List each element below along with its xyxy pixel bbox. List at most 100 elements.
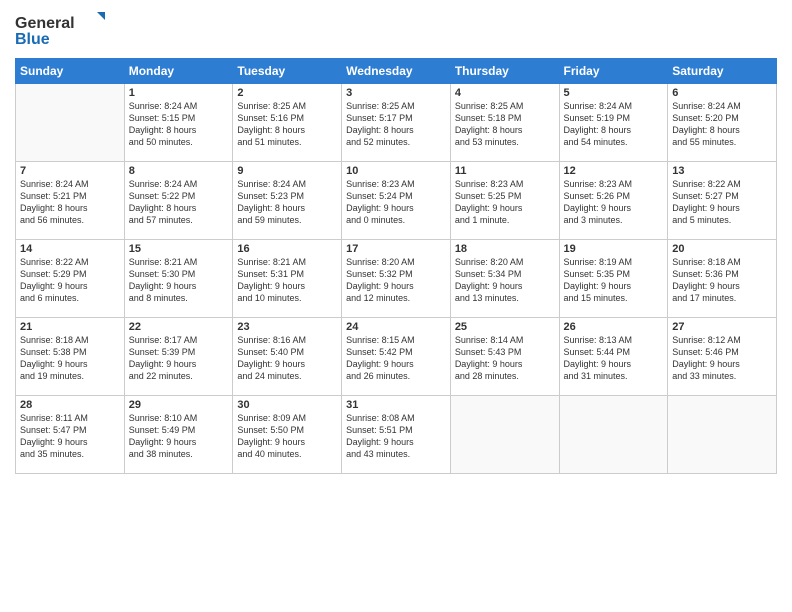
- cell-info: Sunrise: 8:08 AMSunset: 5:51 PMDaylight:…: [346, 412, 446, 461]
- calendar-cell: 2Sunrise: 8:25 AMSunset: 5:16 PMDaylight…: [233, 84, 342, 162]
- day-number: 28: [20, 399, 120, 411]
- day-number: 31: [346, 399, 446, 411]
- cell-info: Sunrise: 8:18 AMSunset: 5:38 PMDaylight:…: [20, 334, 120, 383]
- day-number: 16: [237, 243, 337, 255]
- calendar-cell: 30Sunrise: 8:09 AMSunset: 5:50 PMDayligh…: [233, 396, 342, 474]
- calendar-cell: 21Sunrise: 8:18 AMSunset: 5:38 PMDayligh…: [16, 318, 125, 396]
- weekday-header-row: SundayMondayTuesdayWednesdayThursdayFrid…: [16, 59, 777, 84]
- day-number: 5: [564, 87, 664, 99]
- calendar-cell: 31Sunrise: 8:08 AMSunset: 5:51 PMDayligh…: [342, 396, 451, 474]
- cell-info: Sunrise: 8:25 AMSunset: 5:18 PMDaylight:…: [455, 100, 555, 149]
- day-number: 27: [672, 321, 772, 333]
- day-number: 25: [455, 321, 555, 333]
- calendar-week-5: 28Sunrise: 8:11 AMSunset: 5:47 PMDayligh…: [16, 396, 777, 474]
- weekday-sunday: Sunday: [16, 59, 125, 84]
- day-number: 2: [237, 87, 337, 99]
- cell-info: Sunrise: 8:15 AMSunset: 5:42 PMDaylight:…: [346, 334, 446, 383]
- cell-info: Sunrise: 8:25 AMSunset: 5:16 PMDaylight:…: [237, 100, 337, 149]
- header: General Blue: [15, 10, 777, 50]
- calendar-cell: 3Sunrise: 8:25 AMSunset: 5:17 PMDaylight…: [342, 84, 451, 162]
- day-number: 19: [564, 243, 664, 255]
- calendar-cell: 14Sunrise: 8:22 AMSunset: 5:29 PMDayligh…: [16, 240, 125, 318]
- cell-info: Sunrise: 8:21 AMSunset: 5:31 PMDaylight:…: [237, 256, 337, 305]
- weekday-monday: Monday: [124, 59, 233, 84]
- day-number: 10: [346, 165, 446, 177]
- calendar-cell: 5Sunrise: 8:24 AMSunset: 5:19 PMDaylight…: [559, 84, 668, 162]
- calendar-cell: [16, 84, 125, 162]
- cell-info: Sunrise: 8:09 AMSunset: 5:50 PMDaylight:…: [237, 412, 337, 461]
- day-number: 11: [455, 165, 555, 177]
- calendar-cell: 17Sunrise: 8:20 AMSunset: 5:32 PMDayligh…: [342, 240, 451, 318]
- weekday-friday: Friday: [559, 59, 668, 84]
- day-number: 6: [672, 87, 772, 99]
- calendar-page: General Blue SundayMondayTuesdayWednesda…: [0, 0, 792, 612]
- cell-info: Sunrise: 8:20 AMSunset: 5:32 PMDaylight:…: [346, 256, 446, 305]
- calendar-cell: 11Sunrise: 8:23 AMSunset: 5:25 PMDayligh…: [450, 162, 559, 240]
- cell-info: Sunrise: 8:25 AMSunset: 5:17 PMDaylight:…: [346, 100, 446, 149]
- cell-info: Sunrise: 8:16 AMSunset: 5:40 PMDaylight:…: [237, 334, 337, 383]
- calendar-week-3: 14Sunrise: 8:22 AMSunset: 5:29 PMDayligh…: [16, 240, 777, 318]
- cell-info: Sunrise: 8:20 AMSunset: 5:34 PMDaylight:…: [455, 256, 555, 305]
- calendar-cell: 16Sunrise: 8:21 AMSunset: 5:31 PMDayligh…: [233, 240, 342, 318]
- cell-info: Sunrise: 8:24 AMSunset: 5:21 PMDaylight:…: [20, 178, 120, 227]
- calendar-cell: 4Sunrise: 8:25 AMSunset: 5:18 PMDaylight…: [450, 84, 559, 162]
- cell-info: Sunrise: 8:12 AMSunset: 5:46 PMDaylight:…: [672, 334, 772, 383]
- calendar-cell: 6Sunrise: 8:24 AMSunset: 5:20 PMDaylight…: [668, 84, 777, 162]
- cell-info: Sunrise: 8:11 AMSunset: 5:47 PMDaylight:…: [20, 412, 120, 461]
- calendar-cell: 18Sunrise: 8:20 AMSunset: 5:34 PMDayligh…: [450, 240, 559, 318]
- day-number: 7: [20, 165, 120, 177]
- calendar-week-1: 1Sunrise: 8:24 AMSunset: 5:15 PMDaylight…: [16, 84, 777, 162]
- cell-info: Sunrise: 8:21 AMSunset: 5:30 PMDaylight:…: [129, 256, 229, 305]
- cell-info: Sunrise: 8:22 AMSunset: 5:29 PMDaylight:…: [20, 256, 120, 305]
- cell-info: Sunrise: 8:24 AMSunset: 5:22 PMDaylight:…: [129, 178, 229, 227]
- weekday-saturday: Saturday: [668, 59, 777, 84]
- day-number: 9: [237, 165, 337, 177]
- weekday-wednesday: Wednesday: [342, 59, 451, 84]
- day-number: 3: [346, 87, 446, 99]
- logo-svg: General Blue: [15, 10, 105, 50]
- calendar-cell: 13Sunrise: 8:22 AMSunset: 5:27 PMDayligh…: [668, 162, 777, 240]
- weekday-thursday: Thursday: [450, 59, 559, 84]
- calendar-cell: 15Sunrise: 8:21 AMSunset: 5:30 PMDayligh…: [124, 240, 233, 318]
- day-number: 20: [672, 243, 772, 255]
- day-number: 13: [672, 165, 772, 177]
- day-number: 26: [564, 321, 664, 333]
- calendar-cell: 10Sunrise: 8:23 AMSunset: 5:24 PMDayligh…: [342, 162, 451, 240]
- cell-info: Sunrise: 8:17 AMSunset: 5:39 PMDaylight:…: [129, 334, 229, 383]
- cell-info: Sunrise: 8:24 AMSunset: 5:20 PMDaylight:…: [672, 100, 772, 149]
- day-number: 1: [129, 87, 229, 99]
- calendar-week-2: 7Sunrise: 8:24 AMSunset: 5:21 PMDaylight…: [16, 162, 777, 240]
- day-number: 15: [129, 243, 229, 255]
- day-number: 12: [564, 165, 664, 177]
- calendar-cell: 27Sunrise: 8:12 AMSunset: 5:46 PMDayligh…: [668, 318, 777, 396]
- calendar-cell: 23Sunrise: 8:16 AMSunset: 5:40 PMDayligh…: [233, 318, 342, 396]
- cell-info: Sunrise: 8:24 AMSunset: 5:15 PMDaylight:…: [129, 100, 229, 149]
- calendar-cell: 29Sunrise: 8:10 AMSunset: 5:49 PMDayligh…: [124, 396, 233, 474]
- calendar-cell: 8Sunrise: 8:24 AMSunset: 5:22 PMDaylight…: [124, 162, 233, 240]
- cell-info: Sunrise: 8:19 AMSunset: 5:35 PMDaylight:…: [564, 256, 664, 305]
- cell-info: Sunrise: 8:24 AMSunset: 5:23 PMDaylight:…: [237, 178, 337, 227]
- calendar-cell: 25Sunrise: 8:14 AMSunset: 5:43 PMDayligh…: [450, 318, 559, 396]
- calendar-cell: 22Sunrise: 8:17 AMSunset: 5:39 PMDayligh…: [124, 318, 233, 396]
- calendar-cell: 9Sunrise: 8:24 AMSunset: 5:23 PMDaylight…: [233, 162, 342, 240]
- day-number: 18: [455, 243, 555, 255]
- day-number: 22: [129, 321, 229, 333]
- cell-info: Sunrise: 8:13 AMSunset: 5:44 PMDaylight:…: [564, 334, 664, 383]
- weekday-tuesday: Tuesday: [233, 59, 342, 84]
- calendar-cell: 1Sunrise: 8:24 AMSunset: 5:15 PMDaylight…: [124, 84, 233, 162]
- cell-info: Sunrise: 8:22 AMSunset: 5:27 PMDaylight:…: [672, 178, 772, 227]
- cell-info: Sunrise: 8:14 AMSunset: 5:43 PMDaylight:…: [455, 334, 555, 383]
- cell-info: Sunrise: 8:10 AMSunset: 5:49 PMDaylight:…: [129, 412, 229, 461]
- day-number: 24: [346, 321, 446, 333]
- calendar-cell: 26Sunrise: 8:13 AMSunset: 5:44 PMDayligh…: [559, 318, 668, 396]
- day-number: 17: [346, 243, 446, 255]
- day-number: 30: [237, 399, 337, 411]
- day-number: 4: [455, 87, 555, 99]
- calendar-table: SundayMondayTuesdayWednesdayThursdayFrid…: [15, 58, 777, 474]
- logo: General Blue: [15, 10, 105, 50]
- calendar-cell: 19Sunrise: 8:19 AMSunset: 5:35 PMDayligh…: [559, 240, 668, 318]
- day-number: 23: [237, 321, 337, 333]
- svg-text:Blue: Blue: [15, 31, 50, 48]
- day-number: 21: [20, 321, 120, 333]
- calendar-cell: 7Sunrise: 8:24 AMSunset: 5:21 PMDaylight…: [16, 162, 125, 240]
